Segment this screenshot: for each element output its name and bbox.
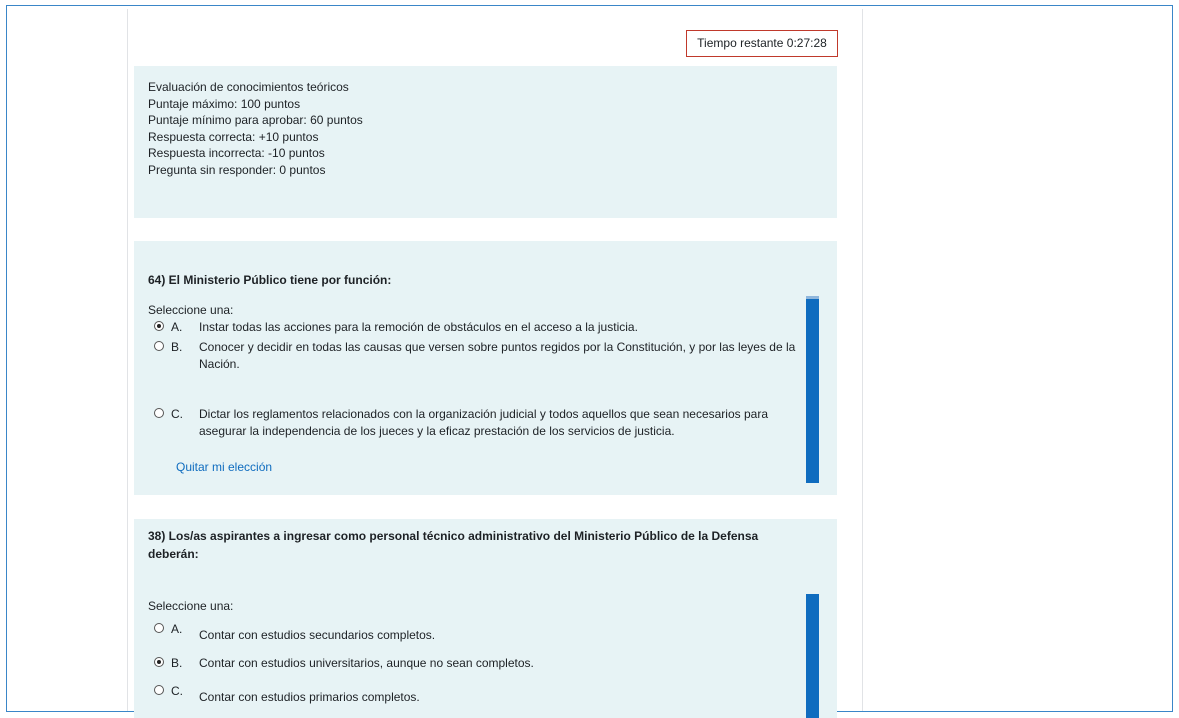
option-letter: B. bbox=[171, 340, 183, 354]
time-remaining-value: 0:27:28 bbox=[786, 36, 827, 50]
radio-button[interactable] bbox=[154, 623, 164, 633]
option-letter: B. bbox=[171, 656, 183, 670]
info-line-max-score: Puntaje máximo: 100 puntos bbox=[148, 96, 301, 111]
quiz-info-panel: Evaluación de conocimientos teóricos Pun… bbox=[134, 66, 837, 218]
info-line-title: Evaluación de conocimientos teóricos bbox=[148, 80, 349, 94]
option-text: Dictar los reglamentos relacionados con … bbox=[199, 407, 768, 438]
option-text: Contar con estudios universitarios, aunq… bbox=[199, 656, 534, 670]
option-letter: A. bbox=[171, 320, 183, 334]
question-card-38: 38) Los/as aspirantes a ingresar como pe… bbox=[134, 519, 837, 718]
option-text: Instar todas las acciones para la remoci… bbox=[199, 320, 638, 334]
option-letter: A. bbox=[171, 622, 183, 636]
option-letter: C. bbox=[171, 407, 183, 421]
info-line-min-score: Puntaje mínimo para aprobar: 60 puntos bbox=[148, 113, 363, 127]
scrollbar-cap bbox=[806, 296, 819, 299]
time-remaining-badge: Tiempo restante 0:27:28 bbox=[686, 30, 838, 57]
radio-button-selected[interactable] bbox=[154, 321, 164, 331]
select-one-prompt: Seleccione una: bbox=[148, 599, 234, 613]
radio-button[interactable] bbox=[154, 685, 164, 695]
info-line-incorrect: Respuesta incorrecta: -10 puntos bbox=[148, 146, 325, 160]
radio-button[interactable] bbox=[154, 408, 164, 418]
info-line-correct: Respuesta correcta: +10 puntos bbox=[148, 129, 319, 144]
options-scrollbar[interactable] bbox=[806, 296, 819, 483]
question-text: 38) Los/as aspirantes a ingresar como pe… bbox=[148, 529, 759, 561]
info-line-unanswered: Pregunta sin responder: 0 puntos bbox=[148, 162, 326, 177]
option-text: Contar con estudios secundarios completo… bbox=[199, 628, 436, 642]
option-text: Conocer y decidir en todas las causas qu… bbox=[199, 340, 796, 371]
time-remaining-label: Tiempo restante bbox=[697, 36, 784, 50]
clear-choice-link[interactable]: Quitar mi elección bbox=[176, 460, 272, 474]
option-text: Contar con estudios primarios completos. bbox=[199, 690, 420, 704]
question-text: 64) El Ministerio Público tiene por func… bbox=[148, 273, 392, 287]
select-one-prompt: Seleccione una: bbox=[148, 303, 234, 317]
radio-button-selected[interactable] bbox=[154, 657, 164, 667]
options-scrollbar[interactable] bbox=[806, 594, 819, 718]
option-letter: C. bbox=[171, 684, 183, 698]
radio-button[interactable] bbox=[154, 341, 164, 351]
question-card-64: 64) El Ministerio Público tiene por func… bbox=[134, 241, 837, 495]
